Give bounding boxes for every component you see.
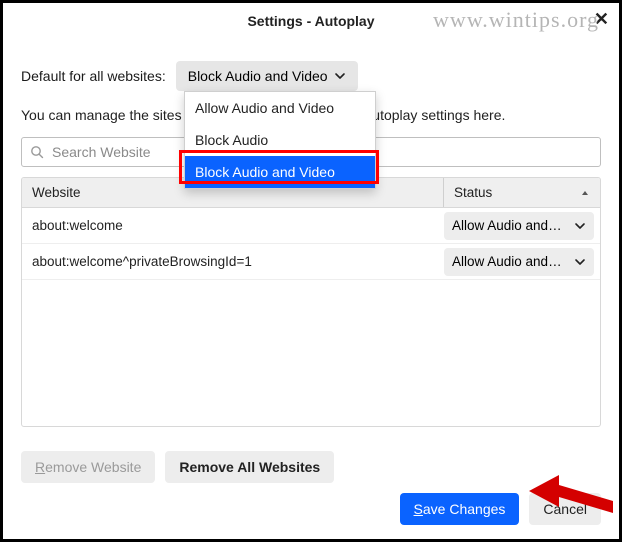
row-status-dropdown[interactable]: Allow Audio and… (444, 212, 594, 240)
save-button[interactable]: Save Changes (400, 493, 520, 525)
chevron-down-icon (334, 70, 346, 82)
titlebar: Settings - Autoplay ✕ (3, 3, 619, 39)
dropdown-option-block-audio[interactable]: Block Audio (185, 124, 375, 156)
dropdown-selected-text: Block Audio and Video (188, 68, 328, 84)
dropdown-option-block-av[interactable]: Block Audio and Video (185, 156, 375, 188)
row-status-dropdown[interactable]: Allow Audio and… (444, 248, 594, 276)
default-label: Default for all websites: (21, 68, 166, 84)
websites-table: Website Status about:welcome Allow Audio… (21, 177, 601, 427)
sort-asc-icon (580, 188, 590, 198)
table-row[interactable]: about:welcome^privateBrowsingId=1 Allow … (22, 244, 600, 280)
default-autoplay-dropdown[interactable]: Block Audio and Video (176, 61, 358, 91)
cell-website: about:welcome (32, 218, 444, 233)
autoplay-dropdown-menu[interactable]: Allow Audio and Video Block Audio Block … (184, 91, 376, 189)
remove-all-button[interactable]: Remove All Websites (165, 451, 334, 483)
cell-website: about:welcome^privateBrowsingId=1 (32, 254, 444, 269)
col-status[interactable]: Status (444, 178, 600, 207)
cancel-button[interactable]: Cancel (529, 493, 601, 525)
dropdown-option-allow[interactable]: Allow Audio and Video (185, 92, 375, 124)
remove-website-button[interactable]: Remove Website (21, 451, 155, 483)
dialog-title: Settings - Autoplay (247, 13, 374, 29)
search-icon (30, 145, 44, 159)
chevron-down-icon (574, 220, 586, 232)
table-row[interactable]: about:welcome Allow Audio and… (22, 208, 600, 244)
close-icon[interactable]: ✕ (594, 9, 609, 30)
chevron-down-icon (574, 256, 586, 268)
